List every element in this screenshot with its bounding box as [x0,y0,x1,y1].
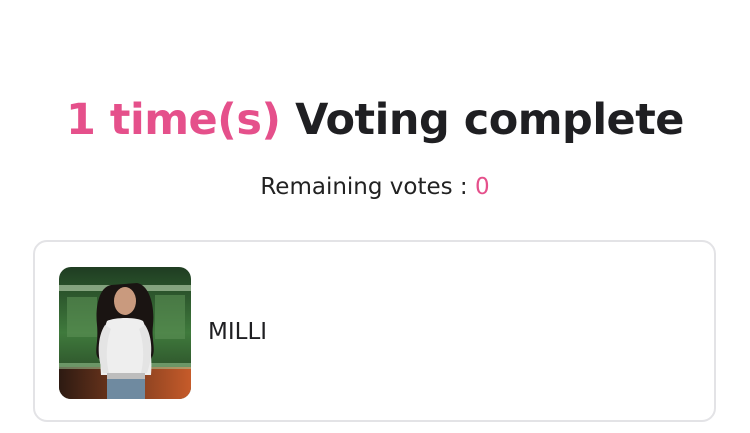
vote-result-page: 1 time(s) Voting complete Remaining vote… [0,0,750,433]
remaining-votes-value: 0 [475,174,490,200]
vote-count: 1 time(s) [66,95,281,145]
artist-photo-image [59,267,191,399]
artist-name: MILLI [208,319,268,345]
candidate-card[interactable]: MILLI [33,240,716,422]
artist-photo [59,267,191,399]
remaining-votes: Remaining votes : 0 [0,174,750,200]
title-text: Voting complete [295,95,684,145]
page-title: 1 time(s) Voting complete [0,95,750,145]
remaining-votes-label: Remaining votes : [260,174,475,200]
